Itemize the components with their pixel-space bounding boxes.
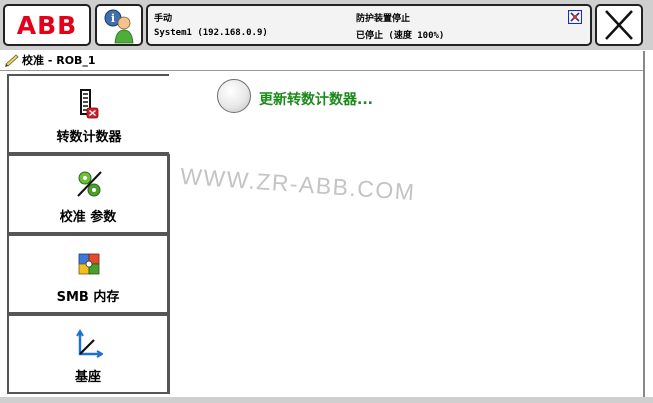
- calibration-pencil-icon: [5, 54, 19, 67]
- rev-counter-icon: [80, 89, 99, 119]
- quickset-button[interactable]: i: [95, 4, 143, 46]
- sidebar-item-calibration-params[interactable]: 校准 参数: [7, 154, 169, 234]
- controller-state: 已停止 (速度 100%): [356, 31, 445, 41]
- calibration-sidebar: 转数计数器 校准 参数 SMB 内存 基座: [7, 74, 169, 394]
- sidebar-item-base-frame[interactable]: 基座: [7, 314, 169, 394]
- base-frame-icon: [76, 329, 103, 358]
- sidebar-item-label: SMB 内存: [56, 290, 120, 305]
- close-button[interactable]: [595, 4, 643, 46]
- sidebar-item-label: 校准 参数: [59, 210, 117, 225]
- update-rev-counters-radio[interactable]: [217, 79, 251, 113]
- abb-logo: ABB: [16, 10, 78, 40]
- status-alert-icon: [568, 10, 582, 24]
- calibration-params-icon: [77, 171, 102, 197]
- smb-memory-icon: [78, 253, 100, 275]
- close-icon: [605, 10, 633, 40]
- bottom-bar: [0, 397, 653, 403]
- breadcrumb-label: 校准 - ROB_1: [22, 54, 96, 67]
- sidebar-item-smb-memory[interactable]: SMB 内存: [7, 234, 169, 314]
- safety-state: 防护装置停止: [356, 14, 411, 24]
- sidebar-item-rev-counters[interactable]: 转数计数器: [7, 74, 169, 154]
- update-rev-counters-label[interactable]: 更新转数计数器...: [259, 89, 373, 109]
- svg-text:i: i: [111, 12, 115, 25]
- abb-menu-button[interactable]: ABB: [3, 4, 91, 46]
- right-border: [643, 51, 645, 399]
- sidebar-item-label: 基座: [74, 370, 101, 385]
- system-name: System1 (192.168.0.9): [154, 28, 268, 38]
- status-panel[interactable]: 手动 System1 (192.168.0.9) 防护装置停止 已停止 (速度 …: [146, 4, 592, 46]
- sidebar-item-label: 转数计数器: [56, 130, 122, 145]
- content-area: 更新转数计数器...: [171, 74, 643, 394]
- breadcrumb: 校准 - ROB_1: [0, 51, 643, 71]
- operating-mode: 手动: [154, 14, 173, 24]
- operator-info-icon: i: [104, 9, 134, 44]
- sidebar-divider: [169, 154, 170, 394]
